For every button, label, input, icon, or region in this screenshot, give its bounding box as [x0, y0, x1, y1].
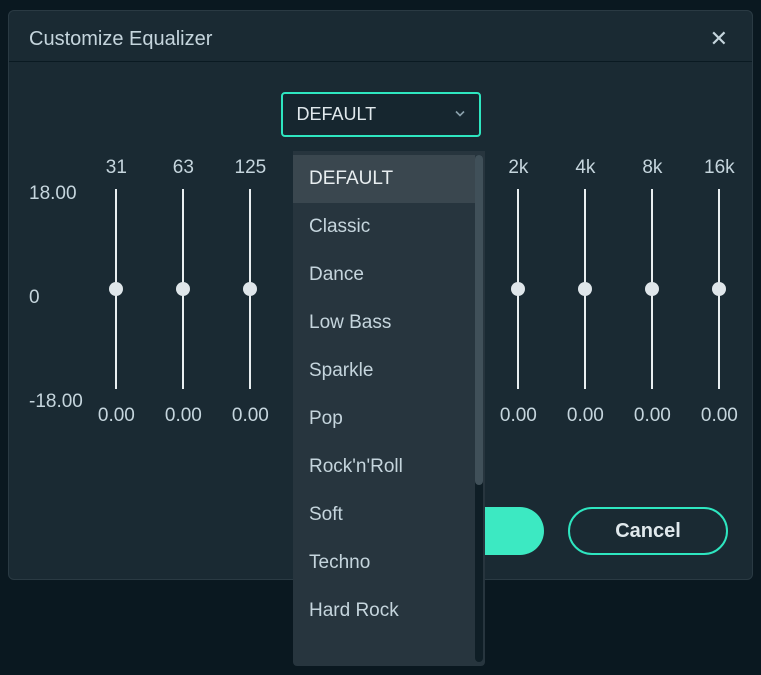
slider-thumb[interactable]: [645, 282, 659, 296]
band-16k: 16k 0.00: [686, 157, 753, 427]
slider-thumb[interactable]: [243, 282, 257, 296]
slider-thumb[interactable]: [176, 282, 190, 296]
band-value-label: 0.00: [232, 405, 269, 427]
scrollbar-thumb[interactable]: [475, 155, 483, 485]
band-slider-63[interactable]: [182, 189, 184, 389]
preset-select[interactable]: DEFAULT: [281, 92, 481, 137]
preset-option-sparkle[interactable]: Sparkle: [293, 347, 475, 395]
band-slider-2k[interactable]: [517, 189, 519, 389]
preset-dropdown: DEFAULT Classic Dance Low Bass Sparkle P…: [293, 151, 485, 666]
dialog-header: Customize Equalizer ✕: [9, 11, 752, 61]
preset-option-default[interactable]: DEFAULT: [293, 155, 475, 203]
band-freq-label: 4k: [575, 157, 595, 185]
band-slider-31[interactable]: [115, 189, 117, 389]
chevron-down-icon: [453, 104, 467, 125]
preset-selected-label: DEFAULT: [297, 104, 377, 124]
band-slider-16k[interactable]: [718, 189, 720, 389]
band-value-label: 0.00: [701, 405, 738, 427]
band-slider-8k[interactable]: [651, 189, 653, 389]
band-31: 31 0.00: [83, 157, 150, 427]
band-125: 125 0.00: [217, 157, 284, 427]
preset-option-dance[interactable]: Dance: [293, 251, 475, 299]
band-slider-4k[interactable]: [584, 189, 586, 389]
dropdown-scrollbar[interactable]: [475, 155, 483, 662]
slider-thumb[interactable]: [109, 282, 123, 296]
slider-thumb[interactable]: [511, 282, 525, 296]
preset-option-classic[interactable]: Classic: [293, 203, 475, 251]
close-icon[interactable]: ✕: [706, 24, 732, 54]
preset-option-techno[interactable]: Techno: [293, 539, 475, 587]
band-freq-label: 8k: [642, 157, 662, 185]
band-value-label: 0.00: [634, 405, 671, 427]
scale-max: 18.00: [29, 183, 83, 205]
band-2k: 2k 0.00: [485, 157, 552, 427]
band-freq-label: 31: [106, 157, 127, 185]
band-63: 63 0.00: [150, 157, 217, 427]
preset-option-low-bass[interactable]: Low Bass: [293, 299, 475, 347]
band-8k: 8k 0.00: [619, 157, 686, 427]
preset-option-list: DEFAULT Classic Dance Low Bass Sparkle P…: [293, 151, 475, 666]
cancel-button[interactable]: Cancel: [568, 507, 728, 555]
band-value-label: 0.00: [98, 405, 135, 427]
preset-option-hard-rock[interactable]: Hard Rock: [293, 587, 475, 635]
equalizer-dialog: Customize Equalizer ✕ DEFAULT 18.00 0 -1…: [8, 10, 753, 580]
preset-option-pop[interactable]: Pop: [293, 395, 475, 443]
scale-mid: 0: [29, 287, 83, 309]
preset-option-soft[interactable]: Soft: [293, 491, 475, 539]
slider-thumb[interactable]: [578, 282, 592, 296]
gain-scale: 18.00 0 -18.00: [29, 157, 83, 413]
band-value-label: 0.00: [567, 405, 604, 427]
band-freq-label: 2k: [508, 157, 528, 185]
band-value-label: 0.00: [165, 405, 202, 427]
band-slider-125[interactable]: [249, 189, 251, 389]
band-freq-label: 16k: [704, 157, 735, 185]
band-value-label: 0.00: [500, 405, 537, 427]
preset-option-rocknroll[interactable]: Rock'n'Roll: [293, 443, 475, 491]
slider-thumb[interactable]: [712, 282, 726, 296]
band-4k: 4k 0.00: [552, 157, 619, 427]
scale-min: -18.00: [29, 391, 83, 413]
dialog-title: Customize Equalizer: [29, 28, 212, 51]
band-freq-label: 63: [173, 157, 194, 185]
band-freq-label: 125: [235, 157, 267, 185]
